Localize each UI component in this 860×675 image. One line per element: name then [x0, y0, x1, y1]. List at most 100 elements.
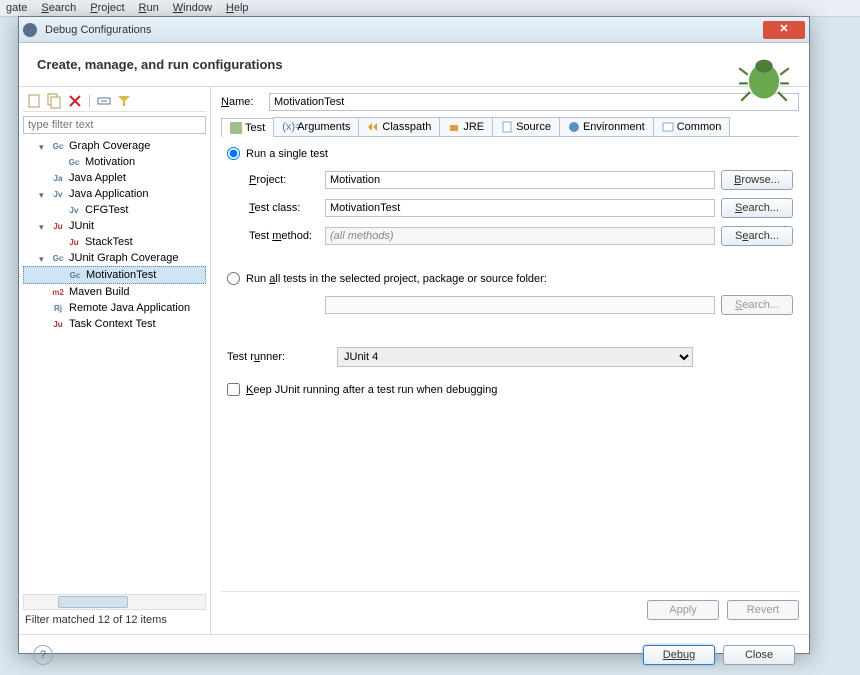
tab-common[interactable]: Common [653, 117, 731, 136]
config-type-icon: Gc [51, 139, 65, 153]
debug-button[interactable]: Debug [643, 645, 715, 665]
config-type-icon: Rj [51, 301, 65, 315]
run-all-folder-input [325, 296, 715, 314]
test-runner-select[interactable]: JUnit 4 [337, 347, 693, 367]
tree-item-task-context-test[interactable]: Ju Task Context Test [23, 316, 206, 332]
browse-button[interactable]: Browse... [721, 170, 793, 190]
close-button[interactable]: Close [723, 645, 795, 665]
run-single-test-label: Run a single test [246, 148, 328, 160]
tree-item-remote-java-application[interactable]: Rj Remote Java Application [23, 300, 206, 316]
filter-icon[interactable] [116, 93, 132, 109]
apply-revert-row: Apply Revert [221, 591, 799, 628]
dialog-titlebar: Debug Configurations ✕ [19, 17, 809, 43]
tree-item-motivationtest[interactable]: Gc MotivationTest [23, 266, 206, 284]
menu-gate[interactable]: gate [6, 2, 27, 14]
tab-environment[interactable]: Environment [559, 117, 654, 136]
tab-classpath[interactable]: Classpath [358, 117, 440, 136]
tree-item-stacktest[interactable]: Ju StackTest [23, 234, 206, 250]
search-folder-button: Search... [721, 295, 793, 315]
new-config-icon[interactable] [27, 93, 43, 109]
config-type-icon: Gc [67, 155, 81, 169]
tab-test[interactable]: Test [221, 118, 274, 137]
tree-item-label: Graph Coverage [69, 140, 150, 152]
dialog-content: Gc Graph Coverage Gc Motivation JaJava Apple… [19, 86, 809, 634]
testmethod-input: (all methods) [325, 227, 715, 245]
dialog-footer: ? Debug Close [19, 634, 809, 675]
tree-item-label: CFGTest [85, 204, 128, 216]
tree-item-java-application[interactable]: Jv Java Application [23, 186, 206, 202]
tab-body-test: Run a single test Project: Browse... Tes… [221, 137, 799, 591]
keep-running-label: Keep JUnit running after a test run when… [246, 384, 497, 396]
tree-item-junit-graph-coverage[interactable]: Gc JUnit Graph Coverage [23, 250, 206, 266]
tree-item-graph-coverage[interactable]: Gc Graph Coverage [23, 138, 206, 154]
dialog-header: Create, manage, and run configurations [19, 43, 809, 86]
debug-bug-icon [737, 51, 791, 105]
project-input[interactable] [325, 171, 715, 189]
project-label: Project: [227, 174, 325, 186]
tree-item-label: StackTest [85, 236, 133, 248]
config-type-icon: Ja [51, 171, 65, 185]
tree-arrow-icon[interactable] [39, 253, 49, 263]
name-label: Name: [221, 96, 269, 108]
duplicate-config-icon[interactable] [47, 93, 63, 109]
tree-item-motivation[interactable]: Gc Motivation [23, 154, 206, 170]
config-type-icon: Ju [51, 317, 65, 331]
tree-item-java-applet[interactable]: JaJava Applet [23, 170, 206, 186]
testclass-input[interactable] [325, 199, 715, 217]
menu-window[interactable]: Window [173, 2, 212, 14]
menu-run[interactable]: Run [139, 2, 159, 14]
tree-arrow-icon[interactable] [39, 221, 49, 231]
tree-h-scrollbar[interactable] [23, 594, 206, 610]
menu-search[interactable]: Search [41, 2, 76, 14]
app-menubar: gate Search Project Run Window Help [0, 0, 860, 17]
apply-button: Apply [647, 600, 719, 620]
filter-input[interactable] [23, 116, 206, 134]
debug-configurations-dialog: Debug Configurations ✕ Create, manage, a… [18, 16, 810, 654]
tree-item-label: MotivationTest [86, 269, 156, 281]
collapse-all-icon[interactable] [96, 93, 112, 109]
tree-item-label: Task Context Test [69, 318, 156, 330]
close-icon[interactable]: ✕ [763, 21, 805, 39]
test-runner-label: Test runner: [227, 351, 337, 363]
tree-item-label: Motivation [85, 156, 135, 168]
config-tabs: Test (x)=Arguments Classpath JRE Source … [221, 117, 799, 137]
tree-item-label: Remote Java Application [69, 302, 190, 314]
config-type-icon: Jv [51, 187, 65, 201]
left-toolbar [23, 91, 206, 112]
config-type-icon: Gc [68, 268, 82, 282]
search-class-button[interactable]: Search... [721, 198, 793, 218]
name-input[interactable] [269, 93, 799, 111]
delete-config-icon[interactable] [67, 93, 83, 109]
tree-item-maven-build[interactable]: m2 Maven Build [23, 284, 206, 300]
config-type-icon: Gc [51, 251, 65, 265]
revert-button: Revert [727, 600, 799, 620]
eclipse-icon [23, 23, 37, 37]
config-type-icon: Ju [51, 219, 65, 233]
tree-item-junit[interactable]: JuJUnit [23, 218, 206, 234]
run-single-test-radio[interactable] [227, 147, 240, 160]
dialog-title: Debug Configurations [41, 24, 763, 36]
tree-item-label: JUnit Graph Coverage [69, 252, 178, 264]
config-type-icon: Ju [67, 235, 81, 249]
filter-status: Filter matched 12 of 12 items [23, 610, 206, 630]
run-all-tests-radio[interactable] [227, 272, 240, 285]
keep-running-checkbox[interactable] [227, 383, 240, 396]
menu-help[interactable]: Help [226, 2, 249, 14]
tab-jre[interactable]: JRE [439, 117, 493, 136]
config-type-icon: Jv [67, 203, 81, 217]
tree-item-cfgtest[interactable]: Jv CFGTest [23, 202, 206, 218]
testmethod-label: Test method: [227, 230, 325, 242]
tab-arguments[interactable]: (x)=Arguments [273, 117, 359, 136]
config-tree[interactable]: Gc Graph Coverage Gc Motivation JaJava Apple… [23, 138, 206, 590]
tab-source[interactable]: Source [492, 117, 560, 136]
menu-project[interactable]: Project [90, 2, 124, 14]
tree-item-label: Maven Build [69, 286, 130, 298]
config-type-icon: m2 [51, 285, 65, 299]
tree-arrow-icon[interactable] [39, 141, 49, 151]
tree-item-label: Java Application [69, 188, 149, 200]
config-left-panel: Gc Graph Coverage Gc Motivation JaJava Apple… [19, 87, 211, 634]
search-method-button[interactable]: Search... [721, 226, 793, 246]
tree-arrow-icon[interactable] [39, 189, 49, 199]
help-icon[interactable]: ? [33, 645, 53, 665]
run-all-tests-label: Run all tests in the selected project, p… [246, 273, 547, 285]
